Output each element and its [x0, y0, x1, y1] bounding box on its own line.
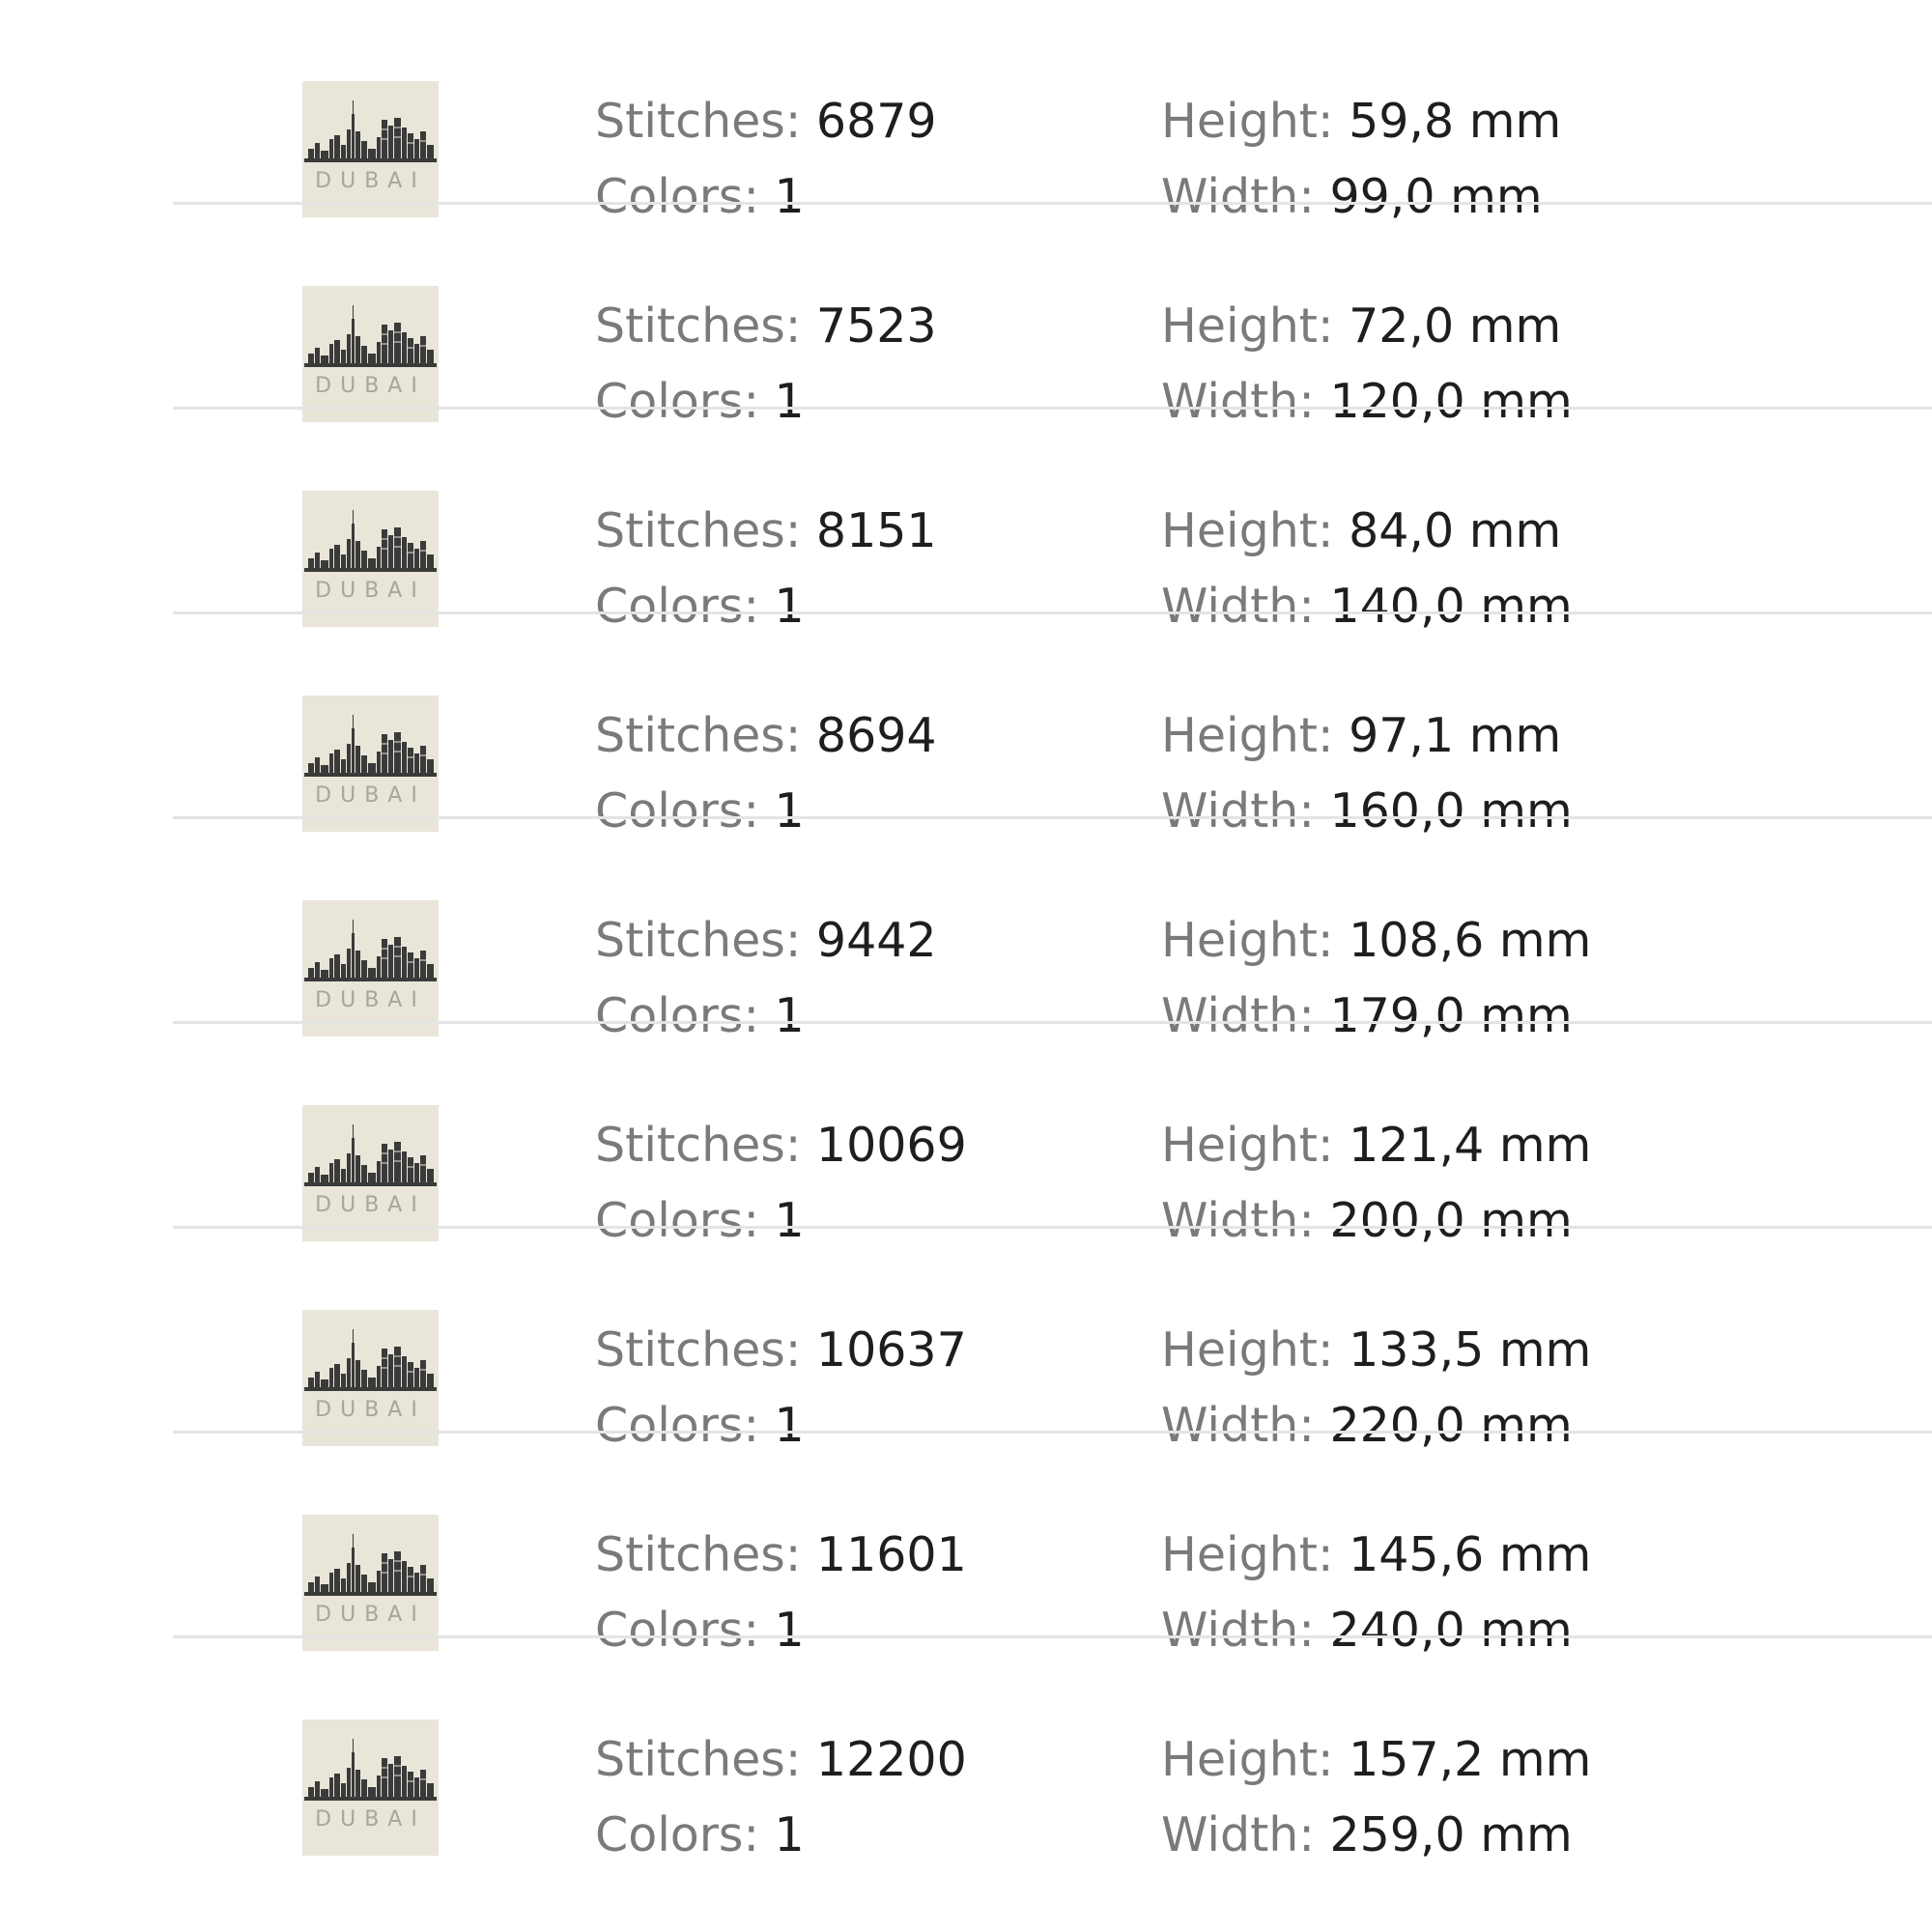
stitches-value: 9442: [815, 913, 937, 968]
height-label: Height:: [1161, 503, 1334, 558]
dubai-skyline-thumbnail-icon: DUBAI: [302, 1310, 439, 1446]
svg-text:DUBAI: DUBAI: [315, 579, 426, 603]
list-item[interactable]: DUBAI Stitches: 10069 Colors: 1 Height: …: [0, 1024, 1932, 1248]
stitches-info: Stitches: 11601: [595, 1526, 967, 1584]
colors-label: Colors:: [595, 1807, 759, 1862]
colors-value: 1: [774, 1807, 805, 1862]
stitches-label: Stitches:: [595, 1732, 802, 1787]
stitches-value: 10069: [815, 1118, 967, 1173]
stitches-label: Stitches:: [595, 94, 802, 149]
stitches-label: Stitches:: [595, 708, 802, 763]
height-label: Height:: [1161, 913, 1334, 968]
height-value: 133,5 mm: [1349, 1322, 1592, 1378]
stitches-label: Stitches:: [595, 913, 802, 968]
height-info: Height: 133,5 mm: [1161, 1321, 1591, 1379]
stitches-label: Stitches:: [595, 298, 802, 354]
height-label: Height:: [1161, 1732, 1334, 1787]
height-label: Height:: [1161, 1527, 1334, 1582]
stitches-value: 7523: [815, 298, 937, 354]
dubai-skyline-thumbnail-icon: DUBAI: [302, 81, 439, 217]
height-value: 157,2 mm: [1349, 1732, 1592, 1787]
height-label: Height:: [1161, 708, 1334, 763]
height-label: Height:: [1161, 298, 1334, 354]
stitches-value: 12200: [815, 1732, 967, 1787]
dubai-skyline-thumbnail-icon: DUBAI: [302, 491, 439, 627]
height-label: Height:: [1161, 1322, 1334, 1378]
stitches-info: Stitches: 12200: [595, 1731, 967, 1789]
height-info: Height: 72,0 mm: [1161, 298, 1561, 355]
stitches-info: Stitches: 7523: [595, 298, 937, 355]
list-item[interactable]: DUBAI Stitches: 8694 Colors: 1 Height: 9…: [0, 614, 1932, 838]
svg-text:DUBAI: DUBAI: [315, 1807, 426, 1832]
stitches-label: Stitches:: [595, 1527, 802, 1582]
height-value: 59,8 mm: [1349, 94, 1562, 149]
svg-text:DUBAI: DUBAI: [315, 1603, 426, 1627]
dubai-skyline-thumbnail-icon: DUBAI: [302, 1719, 439, 1856]
dubai-skyline-thumbnail-icon: DUBAI: [302, 696, 439, 832]
height-info: Height: 108,6 mm: [1161, 912, 1591, 970]
stitches-info: Stitches: 10637: [595, 1321, 967, 1379]
list-item[interactable]: DUBAI Stitches: 11601 Colors: 1 Height: …: [0, 1434, 1932, 1658]
width-info: Width: 259,0 mm: [1161, 1806, 1573, 1864]
stitches-info: Stitches: 8151: [595, 502, 937, 560]
colors-info: Colors: 1: [595, 1806, 805, 1864]
height-label: Height:: [1161, 94, 1334, 149]
height-value: 145,6 mm: [1349, 1527, 1592, 1582]
stitches-value: 11601: [815, 1527, 967, 1582]
design-size-list: DUBAI Stitches: 6879 Colors: 1 Height: 5…: [0, 0, 1932, 1932]
stitches-value: 6879: [815, 94, 937, 149]
svg-text:DUBAI: DUBAI: [315, 783, 426, 808]
height-info: Height: 59,8 mm: [1161, 93, 1561, 151]
height-info: Height: 84,0 mm: [1161, 502, 1561, 560]
stitches-label: Stitches:: [595, 1322, 802, 1378]
height-value: 108,6 mm: [1349, 913, 1592, 968]
stitches-label: Stitches:: [595, 1118, 802, 1173]
width-label: Width:: [1161, 1807, 1315, 1862]
list-item[interactable]: DUBAI Stitches: 6879 Colors: 1 Height: 5…: [0, 0, 1932, 224]
dubai-skyline-thumbnail-icon: DUBAI: [302, 900, 439, 1037]
stitches-info: Stitches: 6879: [595, 93, 937, 151]
height-label: Height:: [1161, 1118, 1334, 1173]
list-item[interactable]: DUBAI Stitches: 10637 Colors: 1 Height: …: [0, 1229, 1932, 1453]
height-value: 121,4 mm: [1349, 1118, 1592, 1173]
svg-text:DUBAI: DUBAI: [315, 374, 426, 398]
dubai-skyline-thumbnail-icon: DUBAI: [302, 1515, 439, 1651]
height-value: 97,1 mm: [1349, 708, 1562, 763]
svg-text:DUBAI: DUBAI: [315, 1398, 426, 1422]
list-item[interactable]: DUBAI Stitches: 9442 Colors: 1 Height: 1…: [0, 819, 1932, 1043]
svg-text:DUBAI: DUBAI: [315, 1193, 426, 1217]
height-value: 72,0 mm: [1349, 298, 1562, 354]
stitches-value: 8151: [815, 503, 937, 558]
list-item[interactable]: DUBAI Stitches: 12200 Colors: 1 Height: …: [0, 1638, 1932, 1862]
stitches-info: Stitches: 10069: [595, 1117, 967, 1175]
list-item[interactable]: DUBAI Stitches: 8151 Colors: 1 Height: 8…: [0, 410, 1932, 634]
height-info: Height: 121,4 mm: [1161, 1117, 1591, 1175]
dubai-skyline-thumbnail-icon: DUBAI: [302, 1105, 439, 1241]
height-info: Height: 145,6 mm: [1161, 1526, 1591, 1584]
stitches-info: Stitches: 9442: [595, 912, 937, 970]
height-info: Height: 157,2 mm: [1161, 1731, 1591, 1789]
width-value: 259,0 mm: [1329, 1807, 1573, 1862]
list-item[interactable]: DUBAI Stitches: 7523 Colors: 1 Height: 7…: [0, 205, 1932, 429]
dubai-skyline-thumbnail-icon: DUBAI: [302, 286, 439, 422]
height-value: 84,0 mm: [1349, 503, 1562, 558]
height-info: Height: 97,1 mm: [1161, 707, 1561, 765]
stitches-value: 8694: [815, 708, 937, 763]
stitches-value: 10637: [815, 1322, 967, 1378]
svg-text:DUBAI: DUBAI: [315, 169, 426, 193]
stitches-label: Stitches:: [595, 503, 802, 558]
stitches-info: Stitches: 8694: [595, 707, 937, 765]
svg-text:DUBAI: DUBAI: [315, 988, 426, 1012]
